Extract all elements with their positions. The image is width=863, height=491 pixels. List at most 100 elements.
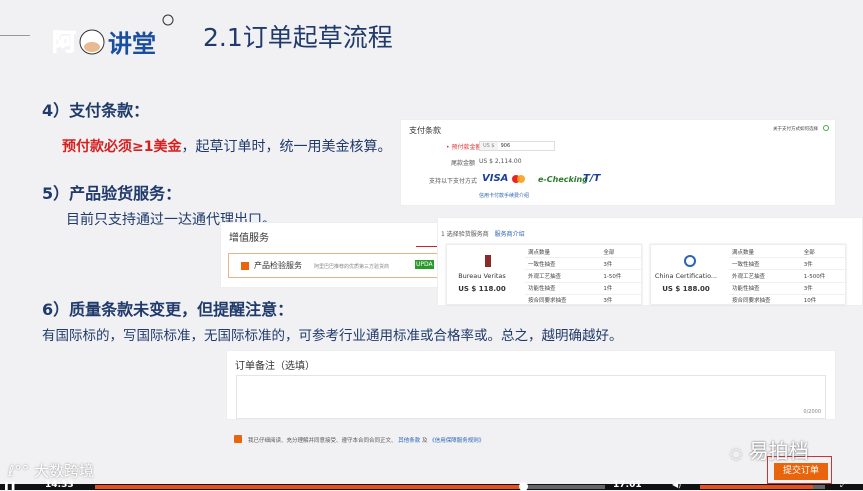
spec-value: 全部 (800, 246, 845, 259)
notes-title: 订单备注（选填） (235, 361, 315, 372)
mastercard-logo (512, 175, 525, 183)
spec-label: 满点数量 (525, 246, 601, 259)
volume-slider[interactable] (700, 485, 825, 489)
trade-assurance-rules-link[interactable]: 《信用保障服务规则》 (429, 438, 484, 444)
spec-row: 一致性抽查 3件 (729, 257, 845, 271)
spec-label: 功能性抽查 (525, 282, 601, 295)
slide-title: 2.1订单起草流程 (203, 23, 393, 52)
prepay-input[interactable]: US $906 (479, 141, 555, 151)
watermark-left-text: 大数跨境 (33, 462, 94, 480)
fee-link[interactable]: 信用卡付款手续费介绍 (479, 192, 529, 199)
methods-label: 支持以下支付方式 (429, 178, 478, 185)
update-badge: UPDA (415, 260, 434, 269)
spec-label: 一致性抽查 (729, 257, 801, 271)
spec-row: 外观工艺抽查 1-50件 (525, 269, 641, 283)
spec-label: 按合同要求抽查 (525, 294, 601, 307)
section-6-heading: 6）质量条款未变更，但提醒注意： (42, 300, 294, 319)
spec-row: 功能性抽查 1件 (525, 282, 641, 295)
provider-logo-icon (684, 255, 696, 267)
video-player-bar: ❚❚ 14:33 17:01 ◀) ⤢ (0, 480, 863, 491)
and-text: 及 (422, 438, 428, 444)
spec-value: 1件 (600, 282, 641, 295)
currency-label: US $ (480, 142, 498, 150)
total-time: 17:01 (613, 480, 642, 490)
provider-name: China Certificatio... (654, 272, 718, 280)
spec-row: 按合同要求抽查 3件 (525, 294, 641, 307)
service-name: 产品检验服务 (254, 261, 302, 270)
spec-table: 满点数量 全部 一致性抽查 3件 外观工艺抽查 1-500件 功能性抽查 3件 按合同要求抽查 1… (729, 246, 845, 307)
spec-table: 满点数量 全部 一致性抽查 3件 外观工艺抽查 1-50件 功能性抽查 1件 按合同要求抽查 3件 (525, 246, 641, 307)
divider (0, 35, 30, 36)
prepay-label: • 预付款金额 (446, 144, 482, 151)
spec-row: 满点数量 全部 (525, 246, 641, 259)
char-counter: 0/2000 (803, 409, 821, 415)
svg-text:阿: 阿 (52, 28, 76, 56)
provider-intro-link[interactable]: 服务商介绍 (495, 231, 525, 238)
tt-logo: T/T (583, 173, 601, 184)
visa-logo: VISA (482, 173, 509, 184)
spec-row: 按合同要求抽查 10件 (729, 294, 845, 307)
spec-value: 3件 (800, 257, 845, 271)
spec-row: 外观工艺抽查 1-500件 (729, 269, 845, 283)
provider-logo-icon (485, 255, 491, 267)
volume-icon[interactable]: ◀) (672, 480, 681, 489)
agree-checkbox[interactable] (234, 435, 242, 443)
notes-textarea[interactable]: 0/2000 (236, 375, 826, 419)
inspection-panel: 1 选择验货服务商 服务商介绍 Bureau Veritas US $ 118.… (437, 217, 863, 307)
spec-value: 3件 (800, 282, 845, 295)
logo: 阿 讲堂 (50, 14, 175, 60)
section-6-text: 有国际标的，写国际标准，无国际标准的，可参考行业通用标准或合格率或。总之，越明确… (42, 328, 623, 344)
provider-card[interactable]: China Certificatio... US $ 188.00 满点数量 全部… (650, 244, 846, 307)
play-pause-icon[interactable]: ❚❚ (3, 481, 16, 490)
value-added-panel: 增值服务 产品检验服务 阿里巴巴推荐的优质第三方验货商 UPDA (220, 222, 446, 288)
provider-price: US $ 188.00 (662, 285, 710, 293)
spec-value: 全部 (600, 246, 641, 259)
balance-label: 尾款金额 (451, 160, 476, 167)
current-time: 14:33 (45, 480, 74, 490)
checkbox-icon[interactable] (241, 262, 249, 270)
prepay-rule-rest: ，起草订单时，统一用美金核算。 (181, 139, 392, 155)
help-icon[interactable] (823, 125, 829, 131)
watermark-left: ℓ°° 大数跨境 (8, 462, 94, 480)
spec-label: 一致性抽查 (525, 257, 601, 271)
spec-label: 功能性抽查 (729, 282, 801, 295)
payment-title: 支付条款 (409, 126, 441, 135)
watermark-right-text: 易拍档 (748, 439, 809, 463)
inspection-service-option[interactable]: 产品检验服务 阿里巴巴推荐的优质第三方验货商 UPDA (228, 253, 446, 278)
spec-value: 1-50件 (600, 269, 641, 283)
prepay-rule: 预付款必须≥1美金 (62, 139, 182, 155)
value-added-title: 增值服务 (229, 233, 269, 244)
seek-bar[interactable] (95, 482, 605, 491)
spec-row: 一致性抽查 3件 (525, 257, 641, 271)
spec-value: 1-500件 (800, 269, 845, 283)
spec-value: 10件 (800, 294, 845, 307)
submit-order-button[interactable]: 提交订单 (774, 463, 828, 480)
provider-price: US $ 118.00 (458, 285, 506, 293)
service-desc: 阿里巴巴推荐的优质第三方验货商 (314, 264, 390, 270)
help-link[interactable]: 关于支付方式如何选择 (773, 126, 818, 132)
spec-label: 外观工艺抽查 (729, 269, 801, 283)
notes-panel: 订单备注（选填） 0/2000 (226, 350, 836, 420)
spec-label: 按合同要求抽查 (729, 294, 801, 307)
svg-text:讲堂: 讲堂 (108, 30, 156, 58)
echecking-logo: e-Checking (538, 175, 588, 184)
fullscreen-icon[interactable]: ⤢ (840, 480, 846, 490)
spec-label: 外观工艺抽查 (525, 269, 601, 283)
provider-name: Bureau Veritas (458, 272, 506, 280)
spec-label: 满点数量 (729, 246, 801, 259)
balance-value: US $ 2,114.00 (479, 158, 522, 165)
spec-row: 满点数量 全部 (729, 246, 845, 259)
section-5-heading: 5）产品验货服务： (42, 184, 182, 203)
provider-card[interactable]: Bureau Veritas US $ 118.00 满点数量 全部 一致性抽查 3件… (446, 244, 642, 307)
section-4-heading: 4）支付条款： (42, 101, 150, 120)
spec-row: 功能性抽查 3件 (729, 282, 845, 295)
watermark-right: ◌ 易拍档 (730, 439, 809, 463)
prepay-value: 906 (500, 143, 511, 149)
arrow-icon (416, 246, 438, 247)
payment-panel: 支付条款 关于支付方式如何选择 • 预付款金额 US $906 尾款金额 US … (400, 119, 836, 206)
inspection-step: 1 选择验货服务商 (441, 231, 489, 238)
spec-value: 3件 (600, 294, 641, 307)
spec-value: 3件 (600, 257, 641, 271)
agree-text: 我已仔细阅读、充分理解并同意接受、遵守本合同合同正文、 (248, 438, 397, 444)
other-terms-link[interactable]: 其他条款 (398, 438, 420, 444)
